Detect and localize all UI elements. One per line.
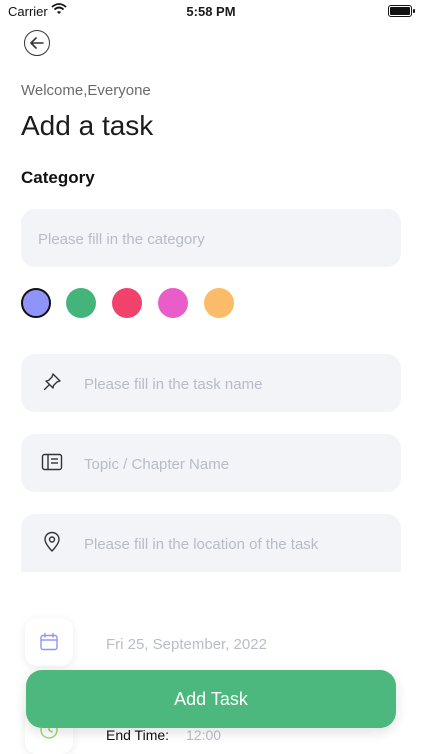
pin-icon: [41, 371, 63, 393]
color-swatch-orange[interactable]: [204, 288, 234, 318]
task-name-field-container: [21, 354, 401, 414]
welcome-text: Welcome,Everyone: [21, 82, 151, 99]
topic-field-container: [21, 434, 401, 494]
date-value[interactable]: Fri 25, September, 2022: [106, 636, 267, 653]
color-swatch-red[interactable]: [112, 288, 142, 318]
arrow-left-icon: [30, 37, 44, 49]
color-swatch-purple[interactable]: [21, 288, 51, 318]
page-title: Add a task: [21, 110, 154, 141]
add-task-button[interactable]: Add Task: [26, 670, 396, 728]
notebook-icon: [41, 451, 63, 473]
location-field-container: [21, 514, 401, 574]
calendar-icon: [40, 632, 58, 651]
color-swatch-green[interactable]: [66, 288, 96, 318]
status-time: 5:58 PM: [186, 4, 236, 19]
battery-icon: [388, 5, 415, 17]
color-swatch-pink[interactable]: [158, 288, 188, 318]
category-label: Category: [21, 168, 95, 187]
category-field-container: [21, 209, 401, 269]
location-input[interactable]: [82, 514, 386, 574]
end-time-label: End Time:: [106, 727, 170, 743]
status-bar: Carrier 5:58 PM: [0, 0, 422, 22]
location-icon: [41, 531, 63, 553]
end-time-value[interactable]: 12:00: [186, 727, 221, 743]
date-picker-button[interactable]: [25, 618, 73, 666]
category-input[interactable]: [36, 209, 340, 269]
task-name-input[interactable]: [82, 354, 386, 414]
topic-input[interactable]: [82, 434, 386, 494]
back-button[interactable]: [24, 30, 50, 56]
